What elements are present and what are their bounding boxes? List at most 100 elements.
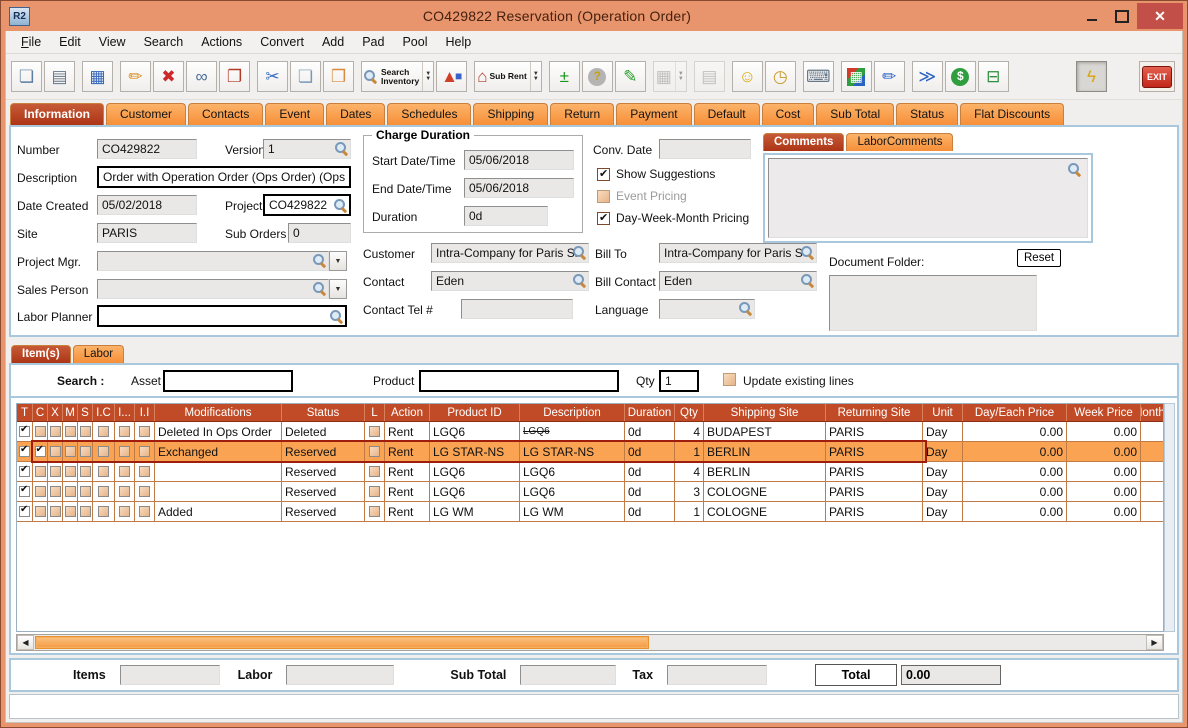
table-row[interactable]: AddedReservedRentLG WMLG WM0d1COLOGNEPAR… <box>17 502 1163 522</box>
day-week-month-checkbox[interactable] <box>597 211 610 225</box>
tab-return[interactable]: Return <box>550 103 615 125</box>
comments-search-icon[interactable] <box>1068 163 1081 176</box>
row-checkbox-s[interactable] <box>79 486 91 497</box>
col-header-modifications[interactable]: Modifications <box>155 404 282 421</box>
show-suggestions-checkbox[interactable] <box>597 167 610 181</box>
col-header-action[interactable]: Action <box>385 404 430 421</box>
cell-product-id[interactable]: LGQ6 <box>430 482 520 501</box>
row-checkbox-c[interactable] <box>34 444 46 457</box>
project-search-icon[interactable] <box>334 199 347 212</box>
bill-contact-field[interactable]: Eden <box>659 271 817 291</box>
cell-unit[interactable]: Day <box>923 502 963 521</box>
tab-schedules[interactable]: Schedules <box>387 103 472 125</box>
cell-description[interactable]: LGQ6 <box>520 482 625 501</box>
cell-i-i[interactable] <box>135 442 155 461</box>
cell-status[interactable]: Reserved <box>282 502 365 521</box>
sales-person-field[interactable] <box>97 279 329 299</box>
cell-unit[interactable]: Day <box>923 462 963 481</box>
cell-modifications[interactable]: Exchanged <box>155 442 282 461</box>
cell-day-each-price[interactable]: 0.00 <box>963 462 1067 481</box>
col-header-t[interactable]: T <box>17 404 33 421</box>
project-field[interactable]: CO429822 <box>263 194 351 216</box>
search-inventory-dropdown[interactable]: ▼ ▼ <box>422 62 431 91</box>
row-checkbox-i-c[interactable] <box>98 426 109 437</box>
tab-status[interactable]: Status <box>896 103 959 125</box>
cell-i-c[interactable] <box>93 482 115 501</box>
cell-i-c[interactable] <box>93 442 115 461</box>
row-checkbox-c[interactable] <box>34 426 46 437</box>
table-row[interactable]: ReservedRentLGQ6LGQ60d3COLOGNEPARISDay0.… <box>17 482 1163 502</box>
cut-button[interactable]: ✂ <box>257 61 288 92</box>
menu-search[interactable]: Search <box>135 33 193 51</box>
cell-c[interactable] <box>33 462 48 481</box>
cell-shipping-site[interactable]: BUDAPEST <box>704 422 826 441</box>
contact-search-icon[interactable] <box>573 274 586 287</box>
reset-button[interactable]: Reset <box>1017 249 1062 267</box>
cell-day-each-price[interactable]: 0.00 <box>963 482 1067 501</box>
cell-action[interactable]: Rent <box>385 462 430 481</box>
row-checkbox-m[interactable] <box>64 466 76 477</box>
cell-product-id[interactable]: LGQ6 <box>430 462 520 481</box>
cell-l[interactable] <box>365 482 385 501</box>
menu-file[interactable]: File <box>12 33 50 51</box>
option-show-suggestions[interactable]: Show Suggestions <box>597 167 715 181</box>
menu-actions[interactable]: Actions <box>192 33 251 51</box>
cell-month-price[interactable] <box>1141 482 1163 501</box>
customer-field[interactable]: Intra-Company for Paris Si <box>431 243 589 263</box>
cell-product-id[interactable]: LG WM <box>430 502 520 521</box>
col-header-duration[interactable]: Duration <box>625 404 675 421</box>
cell-month-price[interactable] <box>1141 422 1163 441</box>
cell-week-price[interactable]: 0.00 <box>1067 502 1141 521</box>
row-checkbox-s[interactable] <box>79 466 91 477</box>
row-checkbox-i[interactable] <box>119 466 130 477</box>
tab-payment[interactable]: Payment <box>616 103 692 125</box>
row-checkbox-m[interactable] <box>64 426 76 437</box>
folder-clock-button[interactable]: ◷ <box>764 61 796 92</box>
cell-action[interactable]: Rent <box>385 422 430 441</box>
col-header-status[interactable]: Status <box>282 404 365 421</box>
reports-blocks-button[interactable]: ▦ <box>840 61 872 92</box>
col-header-day-each-price[interactable]: Day/Each Price <box>963 404 1067 421</box>
cell-qty[interactable]: 4 <box>675 422 704 441</box>
col-header-shipping-site[interactable]: Shipping Site <box>704 404 826 421</box>
row-checkbox-m[interactable] <box>64 506 76 517</box>
cell-t[interactable] <box>17 502 33 521</box>
add-line-button[interactable]: ± <box>548 61 580 92</box>
tab-cost[interactable]: Cost <box>761 103 815 125</box>
row-checkbox-t[interactable] <box>19 484 30 497</box>
cell-shipping-site[interactable]: BERLIN <box>704 462 826 481</box>
edit-pencil-button[interactable]: ✏ <box>120 61 151 92</box>
language-field[interactable] <box>659 299 755 319</box>
row-checkbox-i-c[interactable] <box>98 506 109 517</box>
comments-text-area[interactable] <box>768 158 1088 238</box>
row-checkbox-i[interactable] <box>119 446 130 457</box>
cell-description[interactable]: LG STAR-NS <box>520 442 625 461</box>
smiley-button[interactable]: ☺ <box>731 61 763 92</box>
vertical-scrollbar[interactable] <box>1164 403 1175 632</box>
cell-status[interactable]: Reserved <box>282 482 365 501</box>
items-tab-labor[interactable]: Labor <box>72 345 125 363</box>
contact-tel-field[interactable] <box>461 299 573 319</box>
bill-to-field[interactable]: Intra-Company for Paris S <box>659 243 817 263</box>
bill-to-search-icon[interactable] <box>801 246 814 259</box>
row-checkbox-m[interactable] <box>64 446 76 457</box>
find-binoculars-button[interactable]: ∞ <box>186 61 217 92</box>
tab-information[interactable]: Information <box>10 103 104 125</box>
cell-i-i[interactable] <box>135 502 155 521</box>
cell-s[interactable] <box>78 462 93 481</box>
cell-month-price[interactable] <box>1141 462 1163 481</box>
row-checkbox-l[interactable] <box>369 446 380 457</box>
cell-i[interactable] <box>115 422 135 441</box>
col-header-x[interactable]: X <box>48 404 63 421</box>
transfer-document-button[interactable]: ❐ <box>219 61 250 92</box>
cell-x[interactable] <box>48 502 63 521</box>
cell-action[interactable]: Rent <box>385 442 430 461</box>
cell-shipping-site[interactable]: COLOGNE <box>704 482 826 501</box>
cell-description[interactable]: LGQ6 <box>520 422 625 441</box>
comments-tab-laborcomments[interactable]: LaborComments <box>846 133 954 151</box>
new-document-button[interactable]: ❏ <box>11 61 42 92</box>
menu-convert[interactable]: Convert <box>251 33 313 51</box>
cell-l[interactable] <box>365 422 385 441</box>
row-checkbox-t[interactable] <box>19 424 30 437</box>
copy-button[interactable]: ❏ <box>290 61 321 92</box>
